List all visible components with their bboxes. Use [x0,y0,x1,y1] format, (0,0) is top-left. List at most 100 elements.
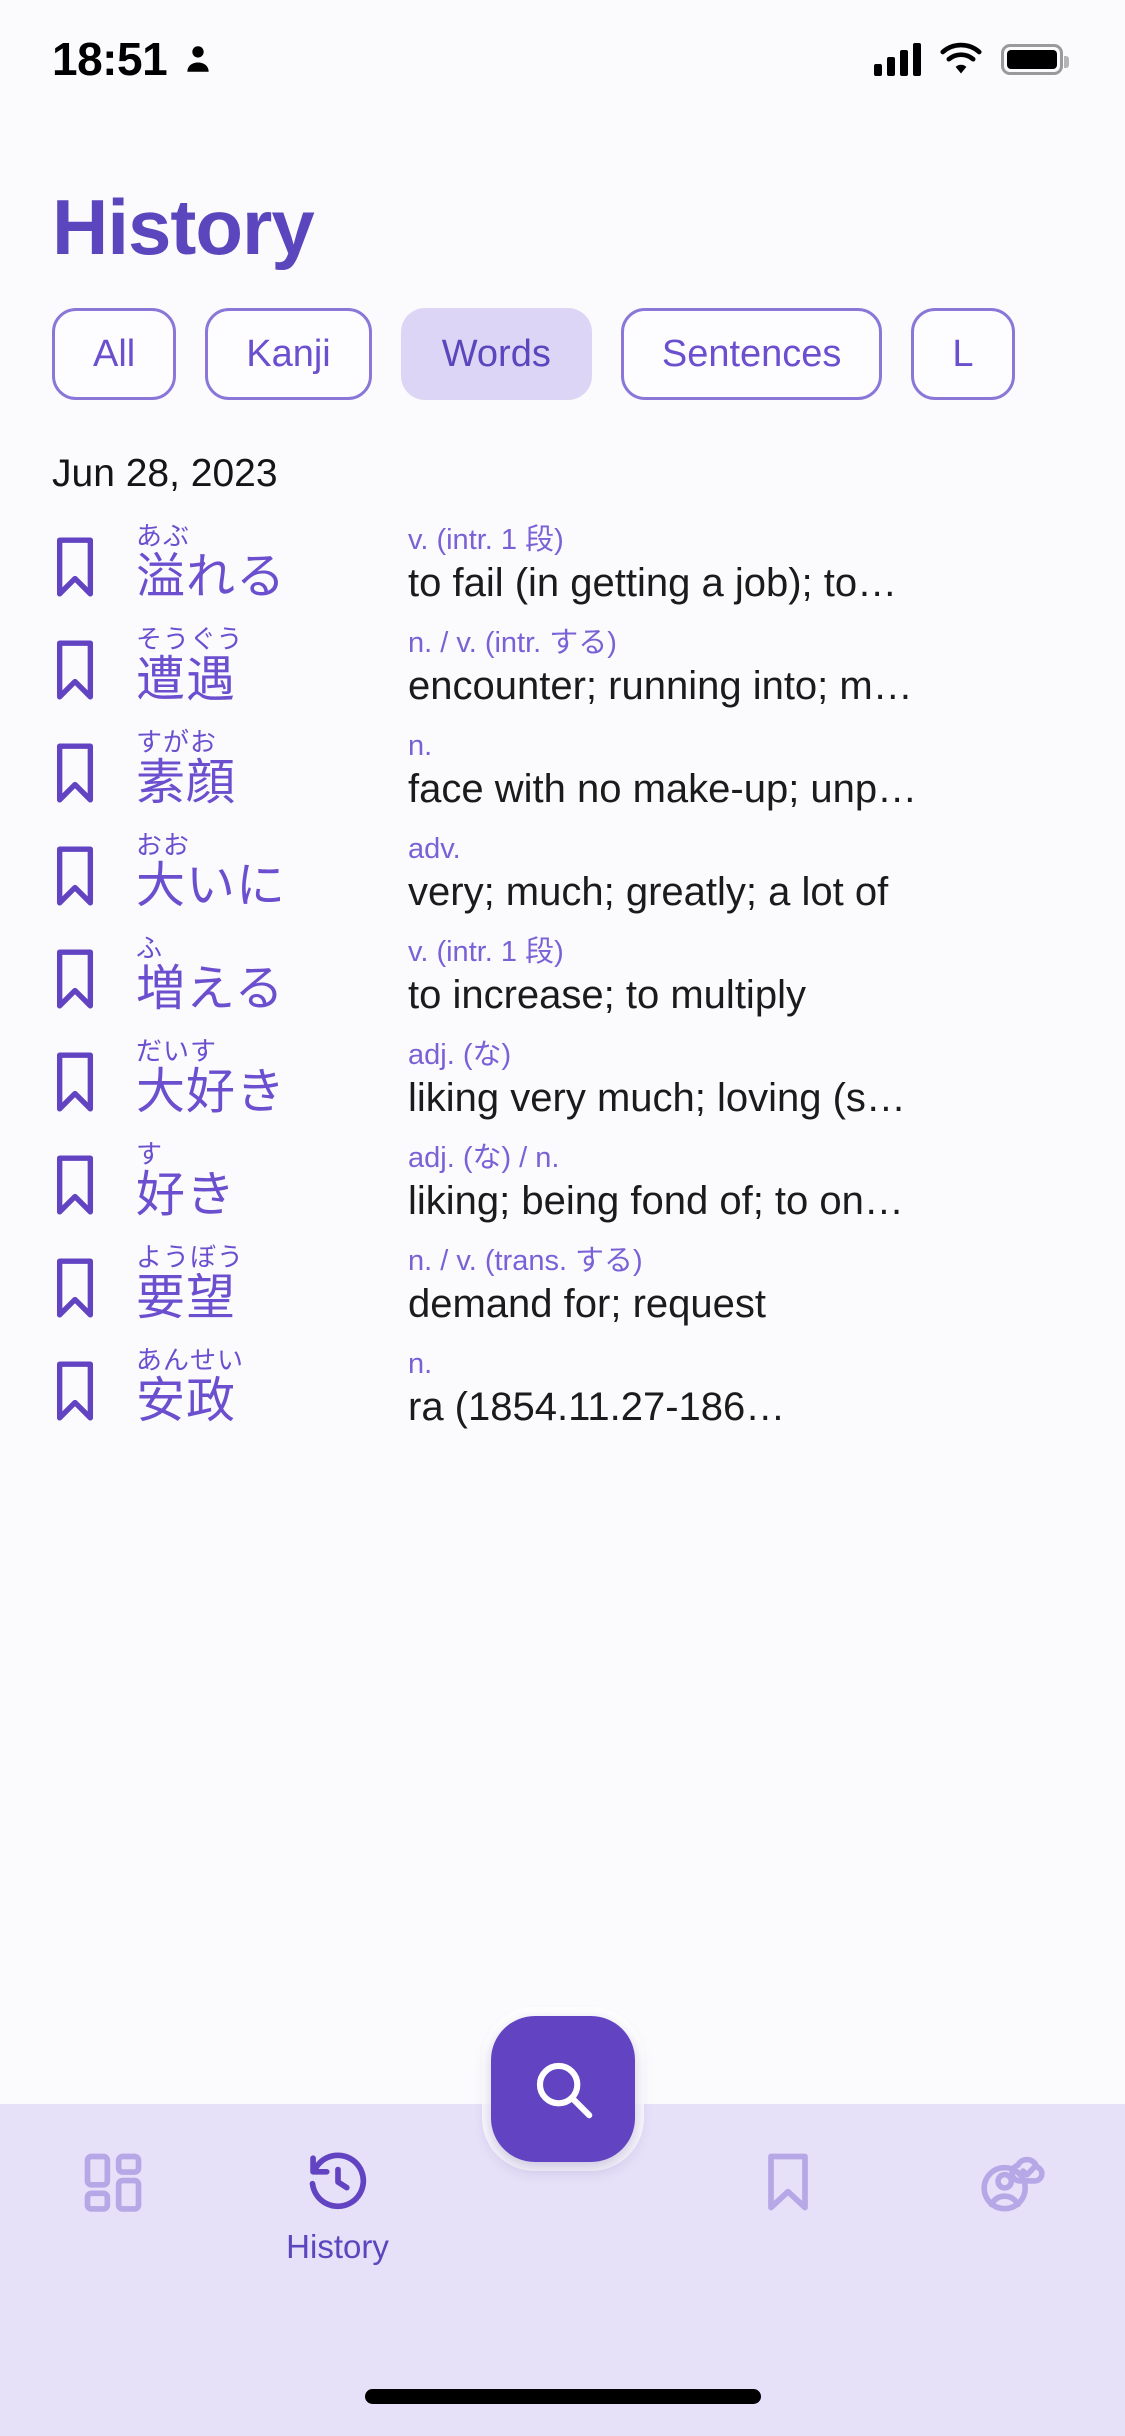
furigana: ふ [136,933,164,963]
word-column: そうぐう 遭遇 [136,624,408,708]
list-item[interactable]: ふ 増える v. (intr. 1 段) to increase; to mul… [0,933,1125,1037]
definition: ra (1854.11.27-186… [408,1385,786,1430]
furigana: あぶ [136,522,191,551]
word: 溢れる [136,550,287,605]
bookmark-outline-icon[interactable] [52,639,100,706]
account-cloud-sync-icon [980,2156,1045,2212]
list-item[interactable]: おお 大いに adv. very; much; greatly; a lot o… [0,830,1125,934]
definition: liking; being fond of; to on… [408,1179,904,1224]
filter-chip-kanji[interactable]: Kanji [205,308,372,400]
meaning-column: v. (intr. 1 段) to increase; to multiply [408,934,1125,1021]
part-of-speech: n. / v. (intr. する) [408,627,617,659]
filter-chip-sentences[interactable]: Sentences [620,308,883,400]
search-icon [536,2062,592,2119]
page-title: History [52,183,315,271]
status-time: 18:51 [52,33,168,85]
definition: face with no make-up; unp… [408,767,918,812]
word: 好き [136,1168,237,1223]
dashboard-grid-icon [84,2153,141,2212]
definition: to increase; to multiply [408,973,806,1018]
word: 遭遇 [136,653,237,708]
word: 大いに [136,859,287,914]
definition: to fail (in getting a job); to… [408,561,898,606]
part-of-speech: adj. (な) [408,1039,512,1071]
list-item[interactable]: そうぐう 遭遇 n. / v. (intr. する) encounter; ru… [0,624,1125,728]
filter-chip-row[interactable]: All Kanji Words Sentences L [0,308,1125,400]
furigana: そうぐう [136,624,244,654]
person-icon [187,46,209,72]
word: 要望 [136,1271,237,1326]
word-column: すがお 素顔 [136,727,408,811]
bookmark-outline-icon[interactable] [52,1154,100,1221]
word-column: だいす 大好き [136,1036,408,1120]
part-of-speech: adv. [408,833,461,865]
filter-chip-all[interactable]: All [52,308,177,400]
definition: demand for; request [408,1282,766,1327]
word: 素顔 [136,756,237,811]
part-of-speech: n. [408,1348,433,1380]
list-item[interactable]: あぶ 溢れる v. (intr. 1 段) to fail (in gettin… [0,522,1125,625]
bookmark-outline-icon[interactable] [52,1257,100,1324]
filter-chip-lists[interactable]: L [911,308,1015,400]
bookmark-outline-icon[interactable] [52,536,100,603]
battery-full-icon [1001,43,1069,75]
meaning-column: v. (intr. 1 段) to fail (in getting a job… [408,522,1125,609]
part-of-speech: n. [408,730,433,762]
word-column: あぶ 溢れる [136,522,408,605]
status-bar-right [874,42,1069,76]
filter-chip-words[interactable]: Words [400,308,592,400]
bookmark-outline-icon[interactable] [52,948,100,1015]
status-bar-left: 18:51 [52,32,215,86]
nav-item-history[interactable]: History [225,2140,450,2266]
bookmark-outline-icon[interactable] [52,1360,100,1427]
cellular-signal-icon [874,42,921,76]
furigana: だいす [136,1036,218,1066]
word-column: ふ 増える [136,933,408,1017]
word: 大好き [136,1065,287,1120]
nav-item-dashboard[interactable] [0,2140,225,2228]
list-item[interactable]: ようぼう 要望 n. / v. (trans. する) demand for; … [0,1242,1125,1346]
home-indicator [364,2389,761,2404]
definition: encounter; running into; m… [408,664,913,709]
definition: very; much; greatly; a lot of [408,870,889,915]
meaning-column: n. ra (1854.11.27-186… [408,1346,1125,1433]
nav-item-bookmarks[interactable] [675,2140,900,2228]
meaning-column: n. / v. (intr. する) encounter; running in… [408,625,1125,712]
list-item[interactable]: だいす 大好き adj. (な) liking very much; lovin… [0,1036,1125,1140]
bookmark-outline-icon[interactable] [52,742,100,809]
bookmark-outline-icon[interactable] [52,845,100,912]
list-item[interactable]: すがお 素顔 n. face with no make-up; unp… [0,727,1125,831]
part-of-speech: v. (intr. 1 段) [408,524,564,556]
status-bar: 18:51 [0,0,1125,118]
list-item[interactable]: す 好き adj. (な) / n. liking; being fond of… [0,1139,1125,1243]
nav-item-account[interactable] [900,2140,1125,2232]
wifi-icon [940,42,982,74]
page-header: History [0,118,1125,266]
word-column: ようぼう 要望 [136,1242,408,1326]
part-of-speech: n. / v. (trans. する) [408,1245,643,1277]
furigana: すがお [136,727,218,757]
app-screen: 18:51 History All Kanji Words Sentences [0,0,1125,2436]
word-column: あんせい 安政 [136,1345,408,1429]
word: 増える [136,962,285,1017]
part-of-speech: adj. (な) / n. [408,1142,560,1174]
word-column: す 好き [136,1139,408,1223]
history-clock-icon [309,2152,366,2210]
word: 安政 [136,1374,237,1429]
word-column: おお 大いに [136,830,408,914]
meaning-column: n. / v. (trans. する) demand for; request [408,1243,1125,1330]
part-of-speech: v. (intr. 1 段) [408,936,564,968]
date-group-header: Jun 28, 2023 [52,452,278,495]
nav-label-history: History [286,2228,389,2265]
bottom-bar: History [0,2016,1125,2436]
meaning-column: adj. (な) / n. liking; being fond of; to … [408,1140,1125,1227]
bookmark-outline-icon[interactable] [52,1051,100,1118]
furigana: す [136,1139,164,1169]
bottom-navigation[interactable]: History [0,2140,1125,2300]
definition: liking very much; loving (s… [408,1076,906,1121]
bookmark-outline-icon [767,2153,808,2211]
meaning-column: adj. (な) liking very much; loving (s… [408,1037,1125,1124]
meaning-column: n. face with no make-up; unp… [408,728,1125,815]
list-item[interactable]: あんせい 安政 n. ra (1854.11.27-186… [0,1345,1125,1449]
meaning-column: adv. very; much; greatly; a lot of [408,831,1125,918]
